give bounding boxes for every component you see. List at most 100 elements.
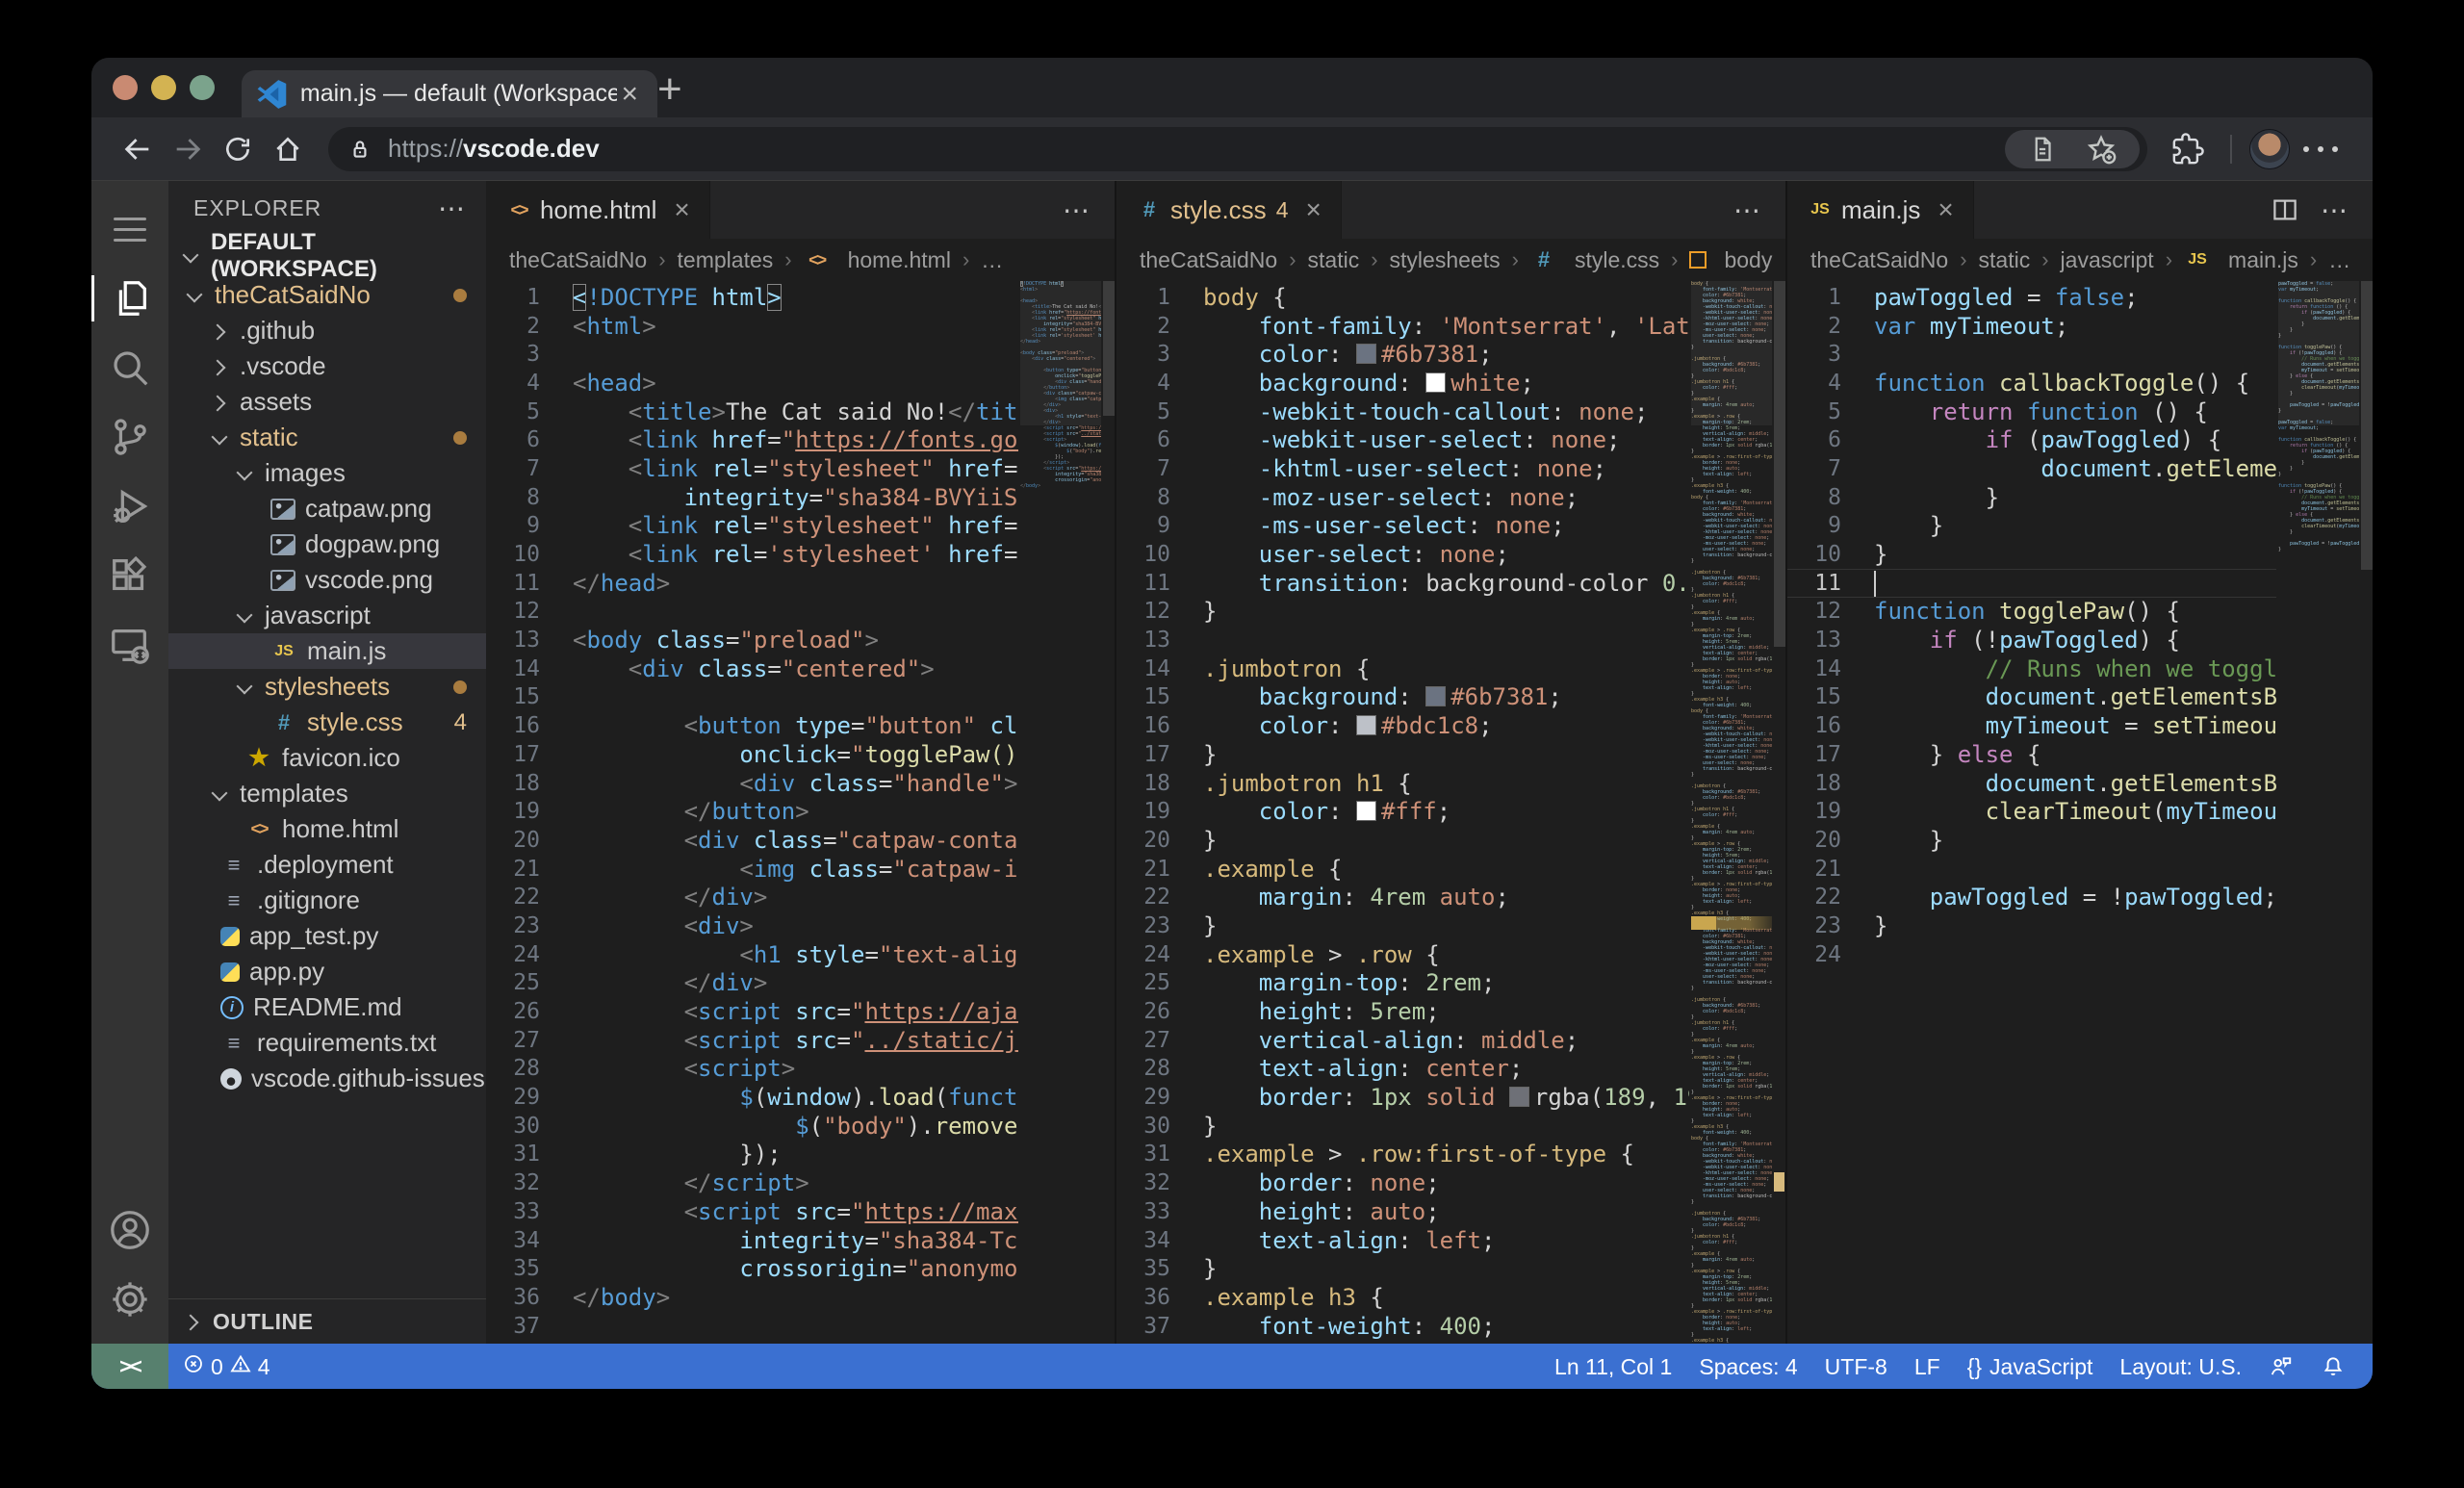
outline-section-header[interactable]: OUTLINE — [168, 1298, 486, 1344]
activity-run-debug-button[interactable] — [91, 472, 168, 541]
code-line-10[interactable]: 10 user-select: none; — [1116, 540, 1689, 569]
code-line-34[interactable]: 34 integrity="sha384-Tc5IQib027qvyjSMfHj… — [486, 1226, 1018, 1255]
breadcrumb-item[interactable]: JS main.js — [2184, 246, 2298, 273]
url-text[interactable]: https://vscode.dev — [388, 134, 600, 164]
reader-mode-icon[interactable] — [2028, 135, 2057, 164]
tree-item-assets[interactable]: assets — [168, 384, 486, 420]
tab-style-css[interactable]: # style.css 4 × — [1116, 181, 1342, 239]
code-line-16[interactable]: 16 color: #bdc1c8; — [1116, 711, 1689, 740]
code-line-23[interactable]: 23 <div> — [486, 911, 1018, 940]
breadcrumb-item[interactable]: body — [1689, 247, 1772, 273]
breadcrumb-item[interactable]: javascript — [2061, 247, 2154, 273]
code-line-22[interactable]: 22 pawToggled = !pawToggled; — [1787, 883, 2276, 911]
tree-item-README.md[interactable]: i README.md — [168, 989, 486, 1025]
code-line-21[interactable]: 21 <img class="catpaw-image" src="" — [486, 855, 1018, 884]
code-line-31[interactable]: 31 .example > .row:first-of-type { — [1116, 1141, 1689, 1169]
feedback-icon[interactable] — [2255, 1344, 2307, 1389]
code-line-32[interactable]: 32 border: none; — [1116, 1168, 1689, 1197]
settings-button[interactable] — [91, 1265, 168, 1334]
code-line-33[interactable]: 33 <script src="https://maxcdn.bootstrap… — [486, 1197, 1018, 1226]
minimap[interactable]: <!DOCTYPE html> <html> <head> <title>The … — [1020, 281, 1101, 1344]
tree-item-static[interactable]: static — [168, 420, 486, 455]
close-window-button[interactable] — [113, 75, 138, 100]
code-line-32[interactable]: 32 </script> — [486, 1168, 1018, 1197]
tree-item-theCatSaidNo[interactable]: theCatSaidNo — [168, 277, 486, 313]
code-line-24[interactable]: 24 — [1787, 940, 2276, 969]
breadcrumb-item[interactable]: static — [1308, 247, 1360, 273]
code-line-15[interactable]: 15 background: #6b7381; — [1116, 683, 1689, 712]
editor-actions-button[interactable]: ⋯ — [1063, 194, 1091, 226]
editor-actions-button[interactable]: ⋯ — [1733, 194, 1762, 226]
code-line-7[interactable]: 7 -khtml-user-select: none; — [1116, 454, 1689, 483]
code-line-9[interactable]: 9 -ms-user-select: none; — [1116, 512, 1689, 541]
breadcrumb-item[interactable]: # style.css — [1530, 246, 1659, 273]
code-line-12[interactable]: 12 function togglePaw() { — [1787, 598, 2276, 627]
activity-source-control-button[interactable] — [91, 402, 168, 472]
code-line-1[interactable]: 1 pawToggled = false; — [1787, 283, 2276, 312]
code-line-14[interactable]: 14 <div class="centered"> — [486, 654, 1018, 683]
code-line-1[interactable]: 1 body { — [1116, 283, 1689, 312]
code-line-29[interactable]: 29 border: 1px solid rgba(189, 193, 208,… — [1116, 1083, 1689, 1112]
code-line-5[interactable]: 5 return function () { — [1787, 398, 2276, 426]
tree-item-home.html[interactable]: <> home.html — [168, 811, 486, 847]
code-line-27[interactable]: 27 <script src="../static/javascript/mai… — [486, 1026, 1018, 1055]
code-line-37[interactable]: 37 — [486, 1312, 1018, 1341]
tree-item-vscode.png[interactable]: vscode.png — [168, 562, 486, 598]
code-line-20[interactable]: 20 } — [1787, 826, 2276, 855]
code-line-5[interactable]: 5 -webkit-touch-callout: none; — [1116, 398, 1689, 426]
minimap[interactable]: body { font-family: 'Montserrat', 'Lato'… — [1691, 281, 1772, 1344]
status-item-utf-8[interactable]: UTF-8 — [1811, 1344, 1901, 1389]
browser-tab[interactable]: main.js — default (Workspace) × — [242, 70, 657, 117]
tab-main-js[interactable]: JS main.js × — [1787, 181, 1974, 239]
code-line-10[interactable]: 10} — [1787, 540, 2276, 569]
reload-button[interactable] — [213, 124, 263, 174]
address-bar[interactable]: https://vscode.dev — [328, 126, 2147, 171]
code-line-17[interactable]: 17} — [1116, 740, 1689, 769]
code-line-21[interactable]: 21 .example { — [1116, 855, 1689, 884]
status-item-layout-u-s-[interactable]: Layout: U.S. — [2106, 1344, 2255, 1389]
code-line-37[interactable]: 37 font-weight: 400; — [1116, 1312, 1689, 1341]
editor-home-html[interactable]: 1 <!DOCTYPE html> 2 <html> 3 4 <head> 5 <title>… — [486, 281, 1115, 1344]
tree-item-.vscode[interactable]: .vscode — [168, 348, 486, 384]
status-item-javascript[interactable]: {} JavaScript — [1954, 1344, 2107, 1389]
code-line-16[interactable]: 16 <button type="button" class="btn-paw" — [486, 711, 1018, 740]
maximize-window-button[interactable] — [190, 75, 215, 100]
activity-search-button[interactable] — [91, 333, 168, 402]
tree-item-requirements.txt[interactable]: ≡ requirements.txt — [168, 1025, 486, 1061]
code-line-23[interactable]: 23} — [1116, 911, 1689, 940]
tree-item-style.css[interactable]: # style.css 4 — [168, 705, 486, 740]
code-line-12[interactable]: 12 — [486, 598, 1018, 627]
tree-item-images[interactable]: images — [168, 455, 486, 491]
code-line-9[interactable]: 9 } — [1787, 512, 2276, 541]
breadcrumb-item[interactable]: static — [1979, 247, 2031, 273]
code-line-26[interactable]: 26 <script src="https://ajax.googleapis.… — [486, 997, 1018, 1026]
code-line-3[interactable]: 3 — [486, 340, 1018, 369]
code-line-35[interactable]: 35 crossorigin="anonymous"></script> — [486, 1254, 1018, 1283]
tree-item-stylesheets[interactable]: stylesheets — [168, 669, 486, 705]
code-line-2[interactable]: 2 font-family: 'Montserrat', 'Lato', 'Op… — [1116, 312, 1689, 341]
code-line-15[interactable]: 15 — [486, 683, 1018, 712]
close-icon[interactable]: × — [674, 196, 689, 223]
tree-item-main.js[interactable]: JS main.js — [168, 633, 486, 669]
tree-item-app_test.py[interactable]: app_test.py — [168, 918, 486, 954]
scrollbar[interactable] — [1103, 281, 1115, 416]
code-line-7[interactable]: 7 document.getElementById('paw-button') — [1787, 454, 2276, 483]
workspace-section-header[interactable]: DEFAULT (WORKSPACE) — [168, 229, 486, 282]
scrollbar[interactable] — [2361, 281, 2373, 570]
code-line-20[interactable]: 20} — [1116, 826, 1689, 855]
breadcrumb-item[interactable]: … — [981, 247, 1003, 273]
code-line-9[interactable]: 9 <link rel="stylesheet" href="https://u… — [486, 512, 1018, 541]
breadcrumb-item[interactable]: templates — [678, 247, 774, 273]
code-line-7[interactable]: 7 <link rel="stylesheet" href="https://s… — [486, 454, 1018, 483]
code-line-11[interactable]: 11 — [1787, 569, 2276, 598]
tree-item-.github[interactable]: .github — [168, 313, 486, 348]
code-line-8[interactable]: 8 integrity="sha384-BVYiiSIFeK1dGmJRAkyc… — [486, 483, 1018, 512]
tree-item-catpaw.png[interactable]: catpaw.png — [168, 491, 486, 526]
code-line-17[interactable]: 17 onclick="togglePaw()" id="paw-button" — [486, 740, 1018, 769]
explorer-more-actions-button[interactable]: ⋯ — [438, 192, 467, 224]
tree-item-.gitignore[interactable]: ≡ .gitignore — [168, 883, 486, 918]
code-line-6[interactable]: 6 -webkit-user-select: none; — [1116, 425, 1689, 454]
code-line-25[interactable]: 25 margin-top: 2rem; — [1116, 969, 1689, 998]
minimap[interactable]: pawToggled = false; var myTimeout; functi… — [2278, 281, 2359, 1344]
bookmark-star-icon[interactable] — [2086, 134, 2117, 165]
